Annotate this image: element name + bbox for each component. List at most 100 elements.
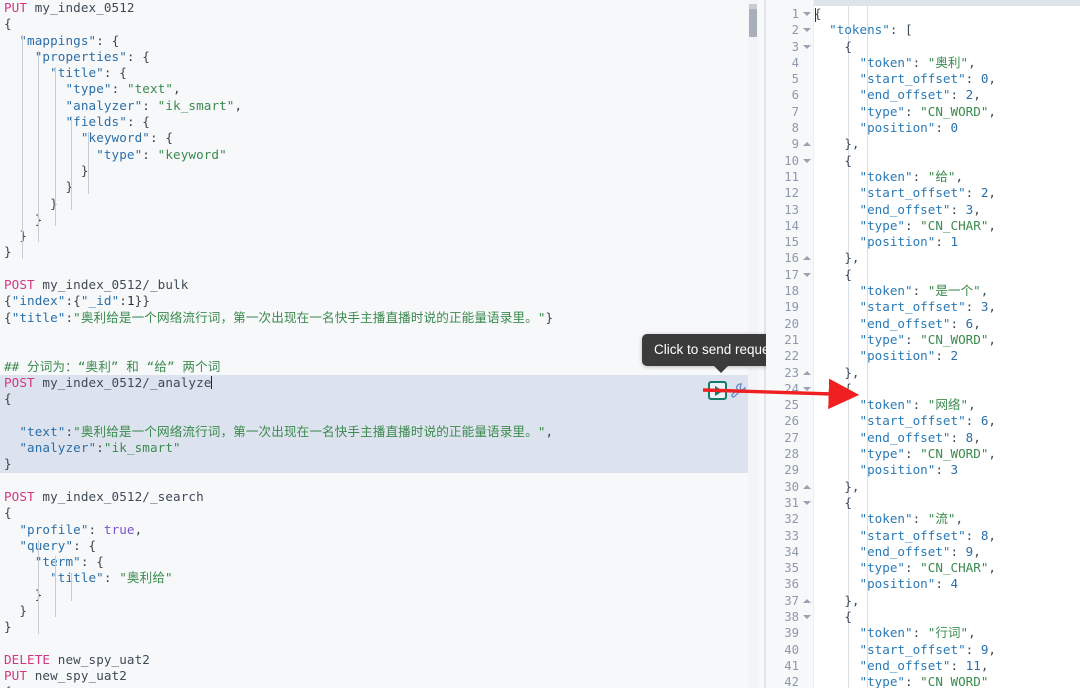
response-line-number[interactable]: 36 bbox=[766, 576, 814, 592]
response-line[interactable]: "end_offset": 9, bbox=[814, 544, 1080, 560]
editor-line[interactable]: { bbox=[0, 684, 752, 688]
editor-line[interactable]: } bbox=[0, 619, 752, 635]
fold-collapse-icon[interactable] bbox=[803, 386, 811, 391]
response-line-number[interactable]: 29 bbox=[766, 462, 814, 478]
response-line[interactable]: }, bbox=[814, 365, 1080, 381]
response-line[interactable]: "position": 3 bbox=[814, 462, 1080, 478]
response-line-numbers[interactable]: 1 2 3 4 5 6 7 8 9 10 11 12 13 14 15 16 17 18 19 20 21 22 23 24 2… bbox=[766, 6, 814, 688]
response-line-number[interactable]: 11 bbox=[766, 169, 814, 185]
response-line-number[interactable]: 32 bbox=[766, 511, 814, 527]
editor-line[interactable]: } bbox=[0, 587, 752, 603]
response-line[interactable]: "token": "给", bbox=[814, 169, 1080, 185]
response-line-number[interactable]: 31 bbox=[766, 495, 814, 511]
request-editor-content[interactable]: PUT my_index_0512{ "mappings": { "proper… bbox=[0, 0, 752, 688]
response-line-number[interactable]: 4 bbox=[766, 55, 814, 71]
response-line[interactable]: { bbox=[814, 153, 1080, 169]
response-line-number[interactable]: 20 bbox=[766, 316, 814, 332]
editor-line[interactable]: DELETE new_spy_uat2 bbox=[0, 652, 752, 668]
fold-expand-icon[interactable] bbox=[803, 256, 811, 261]
editor-line[interactable]: } bbox=[0, 244, 752, 260]
response-line-number[interactable]: 17 bbox=[766, 267, 814, 283]
response-line[interactable]: }, bbox=[814, 593, 1080, 609]
response-line-number[interactable]: 1 bbox=[766, 6, 814, 22]
editor-line[interactable]: {"title":"奥利给是一个网络流行词，第一次出现在一名快手主播直播时说的正… bbox=[0, 310, 752, 326]
editor-line[interactable]: POST my_index_0512/_bulk bbox=[0, 277, 752, 293]
editor-line[interactable]: { bbox=[0, 16, 752, 32]
response-line-number[interactable]: 18 bbox=[766, 283, 814, 299]
response-viewer-pane[interactable]: 1 2 3 4 5 6 7 8 9 10 11 12 13 14 15 16 17 18 19 20 21 22 23 24 2… bbox=[766, 0, 1080, 688]
response-line-number[interactable]: 12 bbox=[766, 185, 814, 201]
response-line-number[interactable]: 6 bbox=[766, 87, 814, 103]
response-line[interactable]: "start_offset": 8, bbox=[814, 528, 1080, 544]
response-line[interactable]: { bbox=[814, 6, 1080, 22]
response-line-number[interactable]: 41 bbox=[766, 658, 814, 674]
response-line[interactable]: "start_offset": 9, bbox=[814, 642, 1080, 658]
fold-collapse-icon[interactable] bbox=[803, 272, 811, 277]
response-line[interactable]: "type": "CN_CHAR", bbox=[814, 218, 1080, 234]
response-line[interactable]: "start_offset": 6, bbox=[814, 413, 1080, 429]
response-line[interactable]: "end_offset": 3, bbox=[814, 202, 1080, 218]
fold-expand-icon[interactable] bbox=[803, 370, 811, 375]
editor-line[interactable]: "properties": { bbox=[0, 49, 752, 65]
response-line[interactable]: "token": "奥利", bbox=[814, 55, 1080, 71]
editor-line[interactable]: PUT new_spy_uat2 bbox=[0, 668, 752, 684]
response-line-number[interactable]: 3 bbox=[766, 39, 814, 55]
response-line[interactable]: "token": "流", bbox=[814, 511, 1080, 527]
response-line-number[interactable]: 30 bbox=[766, 479, 814, 495]
response-line[interactable]: "type": "CN_WORD", bbox=[814, 332, 1080, 348]
response-line-number[interactable]: 33 bbox=[766, 528, 814, 544]
editor-line[interactable]: "type": "text", bbox=[0, 81, 752, 97]
response-line-number[interactable]: 21 bbox=[766, 332, 814, 348]
response-line-number[interactable]: 34 bbox=[766, 544, 814, 560]
editor-line[interactable]: {"index":{"_id":1}} bbox=[0, 293, 752, 309]
response-line[interactable]: "position": 4 bbox=[814, 576, 1080, 592]
response-line[interactable]: "start_offset": 3, bbox=[814, 299, 1080, 315]
response-line-number[interactable]: 24 bbox=[766, 381, 814, 397]
response-line-number[interactable]: 15 bbox=[766, 234, 814, 250]
fold-expand-icon[interactable] bbox=[803, 484, 811, 489]
editor-line[interactable] bbox=[0, 342, 752, 358]
response-line-number[interactable]: 27 bbox=[766, 430, 814, 446]
editor-line[interactable]: } bbox=[0, 212, 752, 228]
response-line-number[interactable]: 7 bbox=[766, 104, 814, 120]
editor-line[interactable] bbox=[0, 473, 752, 489]
editor-line[interactable]: POST my_index_0512/_search bbox=[0, 489, 752, 505]
response-line[interactable]: "end_offset": 6, bbox=[814, 316, 1080, 332]
editor-line[interactable] bbox=[0, 407, 750, 424]
send-request-play-icon[interactable] bbox=[708, 381, 727, 400]
fold-collapse-icon[interactable] bbox=[803, 614, 811, 619]
response-line-number[interactable]: 25 bbox=[766, 397, 814, 413]
fold-collapse-icon[interactable] bbox=[803, 44, 811, 49]
response-line[interactable]: { bbox=[814, 381, 1080, 397]
response-line-number[interactable]: 2 bbox=[766, 22, 814, 38]
response-line[interactable]: { bbox=[814, 267, 1080, 283]
response-line[interactable]: "end_offset": 2, bbox=[814, 87, 1080, 103]
response-line-number[interactable]: 5 bbox=[766, 71, 814, 87]
response-line-number[interactable]: 8 bbox=[766, 120, 814, 136]
response-line-number[interactable]: 35 bbox=[766, 560, 814, 576]
response-line[interactable]: "type": "CN_WORD", bbox=[814, 104, 1080, 120]
editor-scrollbar-thumb[interactable] bbox=[749, 9, 757, 37]
response-line-number[interactable]: 14 bbox=[766, 218, 814, 234]
response-line-number[interactable]: 40 bbox=[766, 642, 814, 658]
response-line[interactable]: "type": "CN_WORD" bbox=[814, 674, 1080, 688]
editor-line[interactable]: "fields": { bbox=[0, 114, 752, 130]
editor-line[interactable]: "text":"奥利给是一个网络流行词，第一次出现在一名快手主播直播时说的正能量… bbox=[0, 423, 750, 441]
request-editor-pane[interactable]: PUT my_index_0512{ "mappings": { "proper… bbox=[0, 0, 766, 688]
response-line[interactable]: "type": "CN_CHAR", bbox=[814, 560, 1080, 576]
fold-collapse-icon[interactable] bbox=[803, 12, 811, 16]
response-line[interactable]: "position": 1 bbox=[814, 234, 1080, 250]
response-line[interactable]: "token": "行词", bbox=[814, 625, 1080, 641]
fold-expand-icon[interactable] bbox=[803, 598, 811, 603]
editor-line[interactable]: "title": "奥利给" bbox=[0, 570, 752, 586]
response-line[interactable]: "type": "CN_WORD", bbox=[814, 446, 1080, 462]
editor-line[interactable] bbox=[0, 261, 752, 277]
response-line[interactable]: "end_offset": 8, bbox=[814, 430, 1080, 446]
editor-line[interactable]: } bbox=[0, 179, 752, 195]
editor-line[interactable]: "title": { bbox=[0, 65, 752, 81]
response-line[interactable]: }, bbox=[814, 136, 1080, 152]
response-line[interactable]: "start_offset": 2, bbox=[814, 185, 1080, 201]
response-line-number[interactable]: 39 bbox=[766, 625, 814, 641]
editor-line[interactable] bbox=[0, 326, 752, 342]
editor-line[interactable]: } bbox=[0, 163, 752, 179]
